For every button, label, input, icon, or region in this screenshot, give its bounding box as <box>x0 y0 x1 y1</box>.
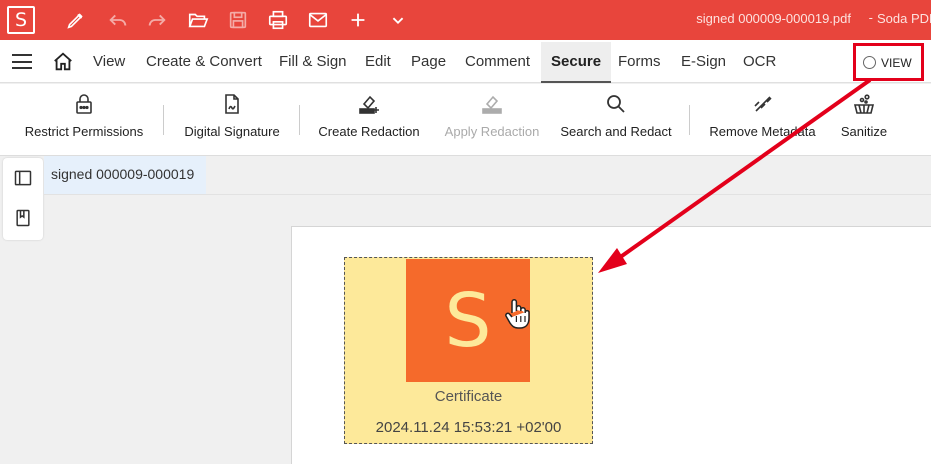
view-toggle-label: VIEW <box>881 55 912 70</box>
digital-signature-label: Digital Signature <box>184 124 280 139</box>
menu-secure[interactable]: Secure <box>541 42 612 83</box>
remove-metadata-icon <box>751 92 775 116</box>
menu-page[interactable]: Page <box>411 53 446 70</box>
search-icon <box>604 92 628 116</box>
radio-circle-icon <box>863 56 876 69</box>
signed-document-icon <box>220 92 244 116</box>
menu-view[interactable]: View <box>93 53 125 70</box>
lock-icon <box>72 92 96 116</box>
tab-strip-divider <box>44 194 931 195</box>
side-panel-toolbar <box>3 158 43 240</box>
apply-redaction-button[interactable]: Apply Redaction <box>444 84 540 156</box>
menu-e-sign[interactable]: E-Sign <box>681 53 726 70</box>
pen-icon[interactable] <box>64 8 88 32</box>
menu-fill-sign[interactable]: Fill & Sign <box>279 53 347 70</box>
app-logo[interactable]: S <box>7 6 35 34</box>
redo-icon[interactable] <box>145 8 169 32</box>
ribbon-divider <box>689 105 690 135</box>
remove-metadata-button[interactable]: Remove Metadata <box>709 84 816 156</box>
document-tab[interactable]: signed 000009-000019 <box>44 156 206 194</box>
hand-cursor-icon <box>505 299 530 329</box>
search-and-redact-button[interactable]: Search and Redact <box>560 84 672 156</box>
secure-ribbon: Restrict Permissions Digital Signature C… <box>0 84 931 156</box>
menu-bar: View Create & Convert Fill & Sign Edit P… <box>0 40 931 83</box>
ribbon-divider <box>163 105 164 135</box>
app-name: Soda PDF <box>877 11 931 26</box>
view-mode-toggle[interactable]: VIEW <box>863 54 915 71</box>
home-icon[interactable] <box>52 51 74 73</box>
sanitize-icon <box>852 92 876 116</box>
menu-ocr[interactable]: OCR <box>743 53 776 70</box>
signature-caption: Certificate <box>434 388 503 405</box>
search-and-redact-label: Search and Redact <box>560 124 672 139</box>
mail-icon[interactable] <box>306 8 330 32</box>
remove-metadata-label: Remove Metadata <box>709 124 816 139</box>
create-redaction-label: Create Redaction <box>318 124 420 139</box>
open-folder-icon[interactable] <box>186 8 210 32</box>
menu-create-convert[interactable]: Create & Convert <box>146 53 262 70</box>
sanitize-label: Sanitize <box>840 124 888 139</box>
title-separator: - <box>868 10 873 25</box>
create-redaction-button[interactable]: Create Redaction <box>318 84 420 156</box>
signature-field[interactable]: S Certificate 2024.11.24 15:53:21 +02'00 <box>344 257 593 444</box>
ribbon-divider <box>299 105 300 135</box>
view-toggle-highlight: VIEW <box>853 43 924 81</box>
undo-icon[interactable] <box>106 8 130 32</box>
signature-timestamp: 2024.11.24 15:53:21 +02'00 <box>375 419 562 436</box>
panel-layout-icon[interactable] <box>13 168 33 188</box>
print-icon[interactable] <box>266 8 290 32</box>
chevron-down-icon[interactable] <box>386 8 410 32</box>
redaction-apply-icon <box>480 92 504 116</box>
restrict-permissions-label: Restrict Permissions <box>24 124 144 139</box>
menu-edit[interactable]: Edit <box>365 53 391 70</box>
menu-comment[interactable]: Comment <box>465 53 530 70</box>
title-bar: S signed 000009-000019.pdf - Soda PDF <box>0 0 931 40</box>
save-icon[interactable] <box>226 8 250 32</box>
hamburger-menu-icon[interactable] <box>12 54 32 69</box>
apply-redaction-label: Apply Redaction <box>444 124 540 139</box>
redaction-create-icon <box>357 92 381 116</box>
document-title: signed 000009-000019.pdf <box>696 11 851 26</box>
plus-icon[interactable] <box>346 8 370 32</box>
digital-signature-button[interactable]: Digital Signature <box>184 84 280 156</box>
sanitize-button[interactable]: Sanitize <box>840 84 888 156</box>
menu-forms[interactable]: Forms <box>618 53 661 70</box>
bookmark-icon[interactable] <box>13 208 33 228</box>
restrict-permissions-button[interactable]: Restrict Permissions <box>24 84 144 156</box>
